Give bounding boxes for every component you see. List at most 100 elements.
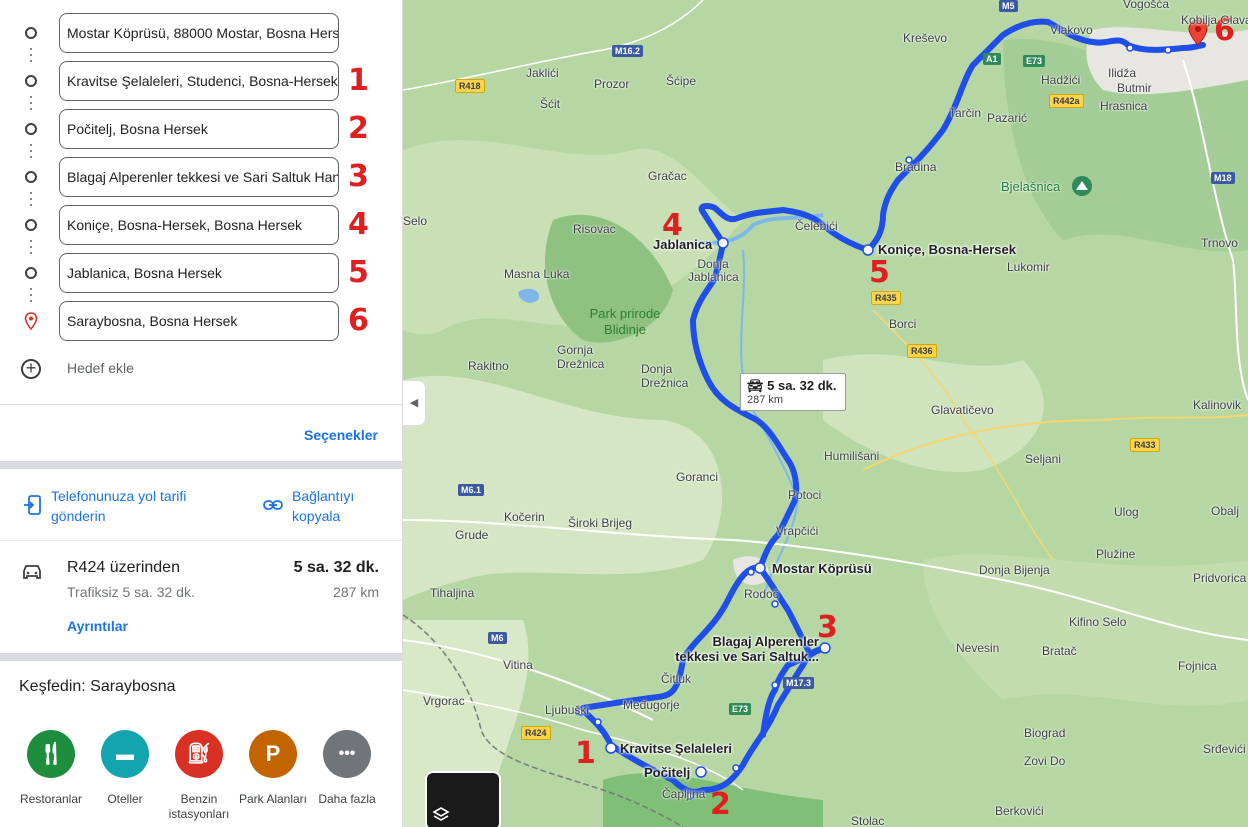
stop-label-blagaj[interactable]: Blagaj Alperenler tekkesi ve Sari Saltuk… (671, 634, 819, 664)
send-to-phone-link[interactable]: Telefonunuza yol tarifi gönderin (51, 486, 231, 526)
details-link[interactable]: Ayrıntılar (67, 618, 128, 634)
waypoint-row-3: Blagaj Alperenler tekkesi ve Sari Saltuk… (0, 157, 402, 197)
road-shield: A1 (983, 53, 1001, 65)
waypoint-circle-icon (25, 171, 37, 183)
place-label: Gračac (648, 169, 687, 183)
waypoint-input-2[interactable]: Počitelj, Bosna Hersek (59, 109, 339, 149)
place-label: Nevesin (956, 641, 1000, 655)
place-label: Srđevići (1203, 742, 1246, 756)
road-shield: R433 (1130, 438, 1160, 452)
road-shield: M18 (1211, 172, 1235, 184)
place-label: Tarčin (949, 106, 982, 120)
explore-title: Keşfedin: Saraybosna (19, 678, 176, 695)
waypoint-input-5[interactable]: Jablanica, Bosna Hersek (59, 253, 339, 293)
annotation-number: 4 (662, 208, 683, 243)
traffic-note: Trafiksiz 5 sa. 32 dk. (67, 584, 195, 600)
options-button[interactable]: Seçenekler (304, 427, 378, 443)
road-shield: M6.1 (458, 484, 485, 496)
car-icon (23, 565, 41, 579)
category-label: Daha fazla (318, 792, 376, 806)
place-label: Međugorje (623, 698, 680, 712)
divider (0, 404, 402, 405)
place-label: Donja Jablanica (688, 257, 739, 284)
annotation-number: 5 (869, 255, 890, 290)
waypoint-input-3[interactable]: Blagaj Alperenler tekkesi ve Sari Saltuk… (59, 157, 339, 197)
place-label: Ljubuški (545, 703, 590, 717)
place-label: Donja Bijenja (979, 563, 1050, 577)
place-label: Pazarić (987, 111, 1028, 125)
place-label: Kreševo (903, 31, 948, 45)
category-restaurants[interactable]: 🍴︎ Restoranlar (11, 730, 91, 807)
fork-knife-icon: 🍴︎ (27, 730, 75, 778)
place-label: Hadžići (1041, 73, 1081, 87)
place-label: Glavatičevo (931, 403, 994, 417)
annotation-number: 5 (348, 255, 369, 290)
more-icon: ••• (323, 730, 371, 778)
layers-button[interactable] (425, 771, 501, 827)
place-label: Masna Luka (504, 267, 570, 281)
category-label: Benzin istasyonları (168, 792, 230, 821)
route-via: R424 üzerinden (67, 559, 180, 576)
road-shield: M5 (999, 0, 1018, 12)
place-label: Plužine (1096, 547, 1136, 561)
place-label: Ilidža (1108, 66, 1137, 80)
place-label: Vrapčići (776, 524, 819, 538)
annotation-number: 1 (348, 63, 369, 98)
category-label: Park Alanları (238, 792, 308, 806)
road-shield: M17.3 (783, 677, 815, 689)
stop-label-pocitelj[interactable]: Počitelj (644, 765, 690, 780)
place-label: Donja Drežnica (641, 362, 689, 390)
place-label: Tihaljina (430, 586, 475, 600)
category-gas-stations[interactable]: ⛽︎ Benzin istasyonları (159, 730, 239, 822)
place-label: Vogošća (1123, 0, 1170, 11)
waypoint-circle-icon (25, 219, 37, 231)
place-label: Seljani (1025, 452, 1062, 466)
map-canvas (403, 0, 1248, 827)
road-shield: R436 (907, 344, 937, 358)
place-label: Fojnica (1178, 659, 1217, 673)
category-label: Oteller (107, 792, 143, 806)
road-shield: E73 (729, 703, 752, 715)
road-shield: R442a (1049, 94, 1084, 108)
stop-label-kravitse[interactable]: Kravitse Şelaleleri (620, 741, 732, 756)
place-label: Goranci (676, 470, 719, 484)
waypoint-circle-icon (25, 27, 37, 39)
waypoint-row-6: Saraybosna, Bosna Hersek 6 (0, 301, 402, 341)
waypoint-row-2: Počitelj, Bosna Hersek 2 (0, 109, 402, 149)
send-to-phone-icon (24, 495, 41, 515)
waypoint-input-1[interactable]: Kravitse Şelaleleri, Studenci, Bosna-Her… (59, 61, 339, 101)
place-label: Čitluk (661, 672, 692, 686)
waypoint-input-start[interactable]: Mostar Köprüsü, 88000 Mostar, Bosna Hers… (59, 13, 339, 53)
place-label: Selo (403, 214, 428, 228)
stop-label-konice[interactable]: Koniçe, Bosna-Hersek (878, 242, 1016, 257)
stop-label-mostar[interactable]: Mostar Köprüsü (772, 561, 872, 576)
place-label: Lukomir (1007, 260, 1050, 274)
place-label: Butmir (1117, 81, 1152, 95)
place-label: Vlakovo (1050, 23, 1093, 37)
road-shield: R435 (871, 291, 901, 305)
place-label: Vrgorac (423, 694, 465, 708)
place-label: Šćit (540, 97, 561, 111)
add-destination-label: Hedef ekle (67, 360, 134, 376)
add-destination-button[interactable]: + Hedef ekle (0, 352, 402, 386)
link-icon (263, 500, 283, 510)
waypoint-input-4[interactable]: Koniçe, Bosna-Hersek, Bosna Hersek (59, 205, 339, 245)
category-hotels[interactable]: ▬ Oteller (85, 730, 165, 807)
waypoint-row-1: Kravitse Şelaleleri, Studenci, Bosna-Her… (0, 61, 402, 101)
copy-link-button[interactable]: Bağlantıyı kopyala (292, 486, 382, 526)
waypoint-input-destination[interactable]: Saraybosna, Bosna Hersek (59, 301, 339, 341)
bed-icon: ▬ (101, 730, 149, 778)
route-duration-tooltip[interactable]: 🚘︎ 5 sa. 32 dk. 287 km (740, 373, 846, 411)
section-divider (0, 461, 402, 469)
map-view[interactable]: 🚘︎ 5 sa. 32 dk. 287 km Mostar Köprüsü Kr… (403, 0, 1248, 827)
place-label: Bjelašnica (1001, 179, 1061, 194)
annotation-number: 2 (710, 787, 731, 822)
route-duration: 5 sa. 32 dk. (293, 559, 379, 576)
category-more[interactable]: ••• Daha fazla (307, 730, 387, 807)
annotation-number: 3 (817, 610, 838, 645)
road-shield: E73 (1023, 55, 1046, 67)
collapse-panel-button[interactable]: ◀ (403, 380, 426, 426)
maps-app: Mostar Köprüsü, 88000 Mostar, Bosna Hers… (0, 0, 1248, 827)
category-parking[interactable]: P Park Alanları (233, 730, 313, 807)
route-option-card[interactable]: R424 üzerinden Trafiksiz 5 sa. 32 dk. 5 … (0, 545, 402, 653)
